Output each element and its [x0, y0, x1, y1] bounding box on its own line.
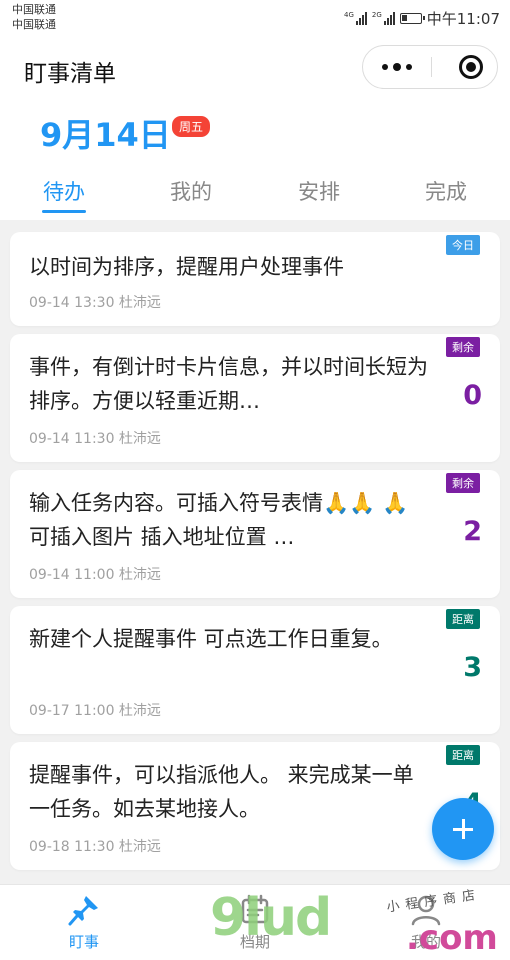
task-countdown: 3	[463, 652, 482, 683]
add-task-button[interactable]	[432, 798, 494, 860]
task-card[interactable]: 新建个人提醒事件 可点选工作日重复。 09-17 11:00 杜沛远 距离 3	[10, 606, 500, 734]
status-bar: 中国联通 中国联通 4G 2G 中午11:07	[0, 0, 510, 36]
nav-bar: 盯事清单	[0, 36, 510, 102]
tab-done[interactable]: 完成	[396, 176, 496, 206]
task-badge: 今日	[446, 235, 480, 255]
tab-todo[interactable]: 待办	[14, 176, 114, 206]
bottom-tab-label: 盯事	[68, 933, 99, 951]
task-meta: 09-17 11:00 杜沛远	[29, 703, 161, 719]
task-badge: 剩余	[446, 473, 480, 493]
pin-icon	[68, 896, 98, 926]
active-tab-indicator	[42, 210, 86, 213]
weekday-badge: 周五	[172, 116, 211, 137]
task-card[interactable]: 输入任务内容。可插入符号表情🙏🙏 🙏 可插入图片 插入地址位置 … 09-14 …	[10, 470, 500, 598]
battery-icon	[399, 13, 425, 24]
task-countdown: 0	[463, 380, 482, 411]
close-miniprogram-icon[interactable]	[459, 55, 483, 79]
task-badge: 距离	[446, 745, 480, 765]
task-title: 事件，有倒计时卡片信息，并以时间长短为排序。方便以轻重近期…	[29, 355, 428, 413]
task-meta: 09-14 11:00 杜沛远	[29, 567, 161, 583]
current-date: 9月14日	[40, 116, 171, 154]
bottom-tab-label: 我的	[410, 933, 441, 951]
task-meta: 09-14 13:30 杜沛远	[29, 295, 161, 311]
date-header: 9月14日 周五 待办 我的 安排 完成	[0, 102, 510, 220]
calendar-icon	[241, 894, 269, 924]
task-card[interactable]: 事件，有倒计时卡片信息，并以时间长短为排序。方便以轻重近期… 09-14 11:…	[10, 334, 500, 462]
bottom-tab-profile[interactable]: 我的	[376, 893, 476, 952]
tab-arranged[interactable]: 安排	[269, 176, 369, 206]
capsule-divider	[431, 57, 432, 77]
task-badge: 距离	[446, 609, 480, 629]
task-title: 新建个人提醒事件 可点选工作日重复。	[29, 627, 393, 651]
task-title: 以时间为排序，提醒用户处理事件	[29, 255, 344, 279]
bottom-tab-schedule[interactable]: 档期	[205, 893, 305, 952]
clock: 中午11:07	[426, 10, 500, 28]
signal-4g-icon: 4G	[344, 12, 367, 25]
carrier-label-2: 中国联通	[12, 18, 56, 31]
task-title: 输入任务内容。可插入符号表情🙏🙏 🙏 可插入图片 插入地址位置 …	[29, 491, 409, 549]
filter-tabs: 待办 我的 安排 完成	[0, 174, 510, 220]
bottom-tab-label: 档期	[239, 933, 270, 951]
task-meta: 09-14 11:30 杜沛远	[29, 431, 161, 447]
bottom-tab-tasks[interactable]: 盯事	[34, 893, 134, 952]
more-menu-icon[interactable]	[363, 46, 431, 88]
task-badge: 剩余	[446, 337, 480, 357]
carrier-label-1: 中国联通	[12, 3, 56, 16]
task-card[interactable]: 提醒事件，可以指派他人。 来完成某一单一任务。如去某地接人。 09-18 11:…	[10, 742, 500, 870]
task-card[interactable]: 以时间为排序，提醒用户处理事件 09-14 13:30 杜沛远 今日	[10, 232, 500, 326]
signal-2g-icon: 2G	[372, 12, 395, 25]
status-indicators: 4G 2G 中午11:07	[344, 8, 500, 29]
task-countdown: 2	[463, 516, 482, 547]
tab-mine[interactable]: 我的	[141, 176, 241, 206]
miniprogram-capsule	[362, 45, 498, 89]
task-title: 提醒事件，可以指派他人。 来完成某一单一任务。如去某地接人。	[29, 763, 414, 821]
person-icon	[411, 895, 441, 926]
bottom-tab-bar: 盯事 档期 我的	[0, 884, 510, 960]
task-meta: 09-18 11:30 杜沛远	[29, 839, 161, 855]
page-title: 盯事清单	[24, 61, 116, 87]
